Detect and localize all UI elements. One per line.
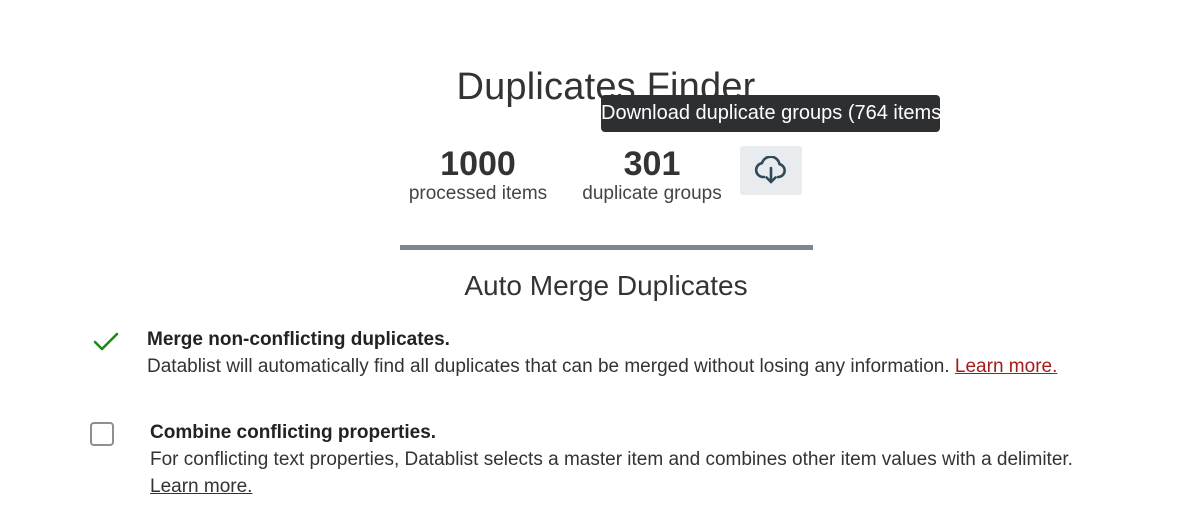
- option-combine-conflicting: Combine conflicting properties. For conf…: [150, 420, 1100, 500]
- option-description: For conflicting text properties, Databli…: [150, 446, 1100, 500]
- groups-count: 301: [623, 145, 681, 183]
- download-duplicates-button[interactable]: [740, 146, 802, 195]
- auto-merge-title: Auto Merge Duplicates: [464, 270, 748, 301]
- download-tooltip: Download duplicate groups (764 items): [601, 95, 948, 132]
- duplicates-finder-page: Duplicates Finder 1000 processed items 3…: [0, 0, 1200, 528]
- option-merge-non-conflicting: Merge non-conflicting duplicates. Databl…: [147, 327, 1147, 380]
- combine-conflicting-checkbox[interactable]: [90, 422, 114, 446]
- option-heading: Merge non-conflicting duplicates.: [147, 329, 450, 350]
- groups-label: duplicate groups: [582, 183, 722, 204]
- learn-more-link[interactable]: Learn more.: [955, 356, 1057, 377]
- learn-more-link[interactable]: Learn more.: [150, 476, 252, 497]
- processed-count: 1000: [440, 145, 516, 183]
- checkmark-icon[interactable]: [92, 330, 120, 354]
- stat-processed-items: 1000 processed items: [398, 146, 558, 206]
- option-description-text: Datablist will automatically find all du…: [147, 356, 950, 377]
- processed-label: processed items: [408, 183, 548, 204]
- option-description: Datablist will automatically find all du…: [147, 353, 1147, 380]
- cloud-download-icon: [754, 155, 786, 183]
- page-title: Duplicates Finder: [456, 66, 756, 108]
- option-description-text: For conflicting text properties, Databli…: [150, 449, 1073, 470]
- option-heading: Combine conflicting properties.: [150, 422, 437, 443]
- section-divider: [400, 245, 813, 250]
- stat-duplicate-groups: 301 duplicate groups: [576, 146, 728, 206]
